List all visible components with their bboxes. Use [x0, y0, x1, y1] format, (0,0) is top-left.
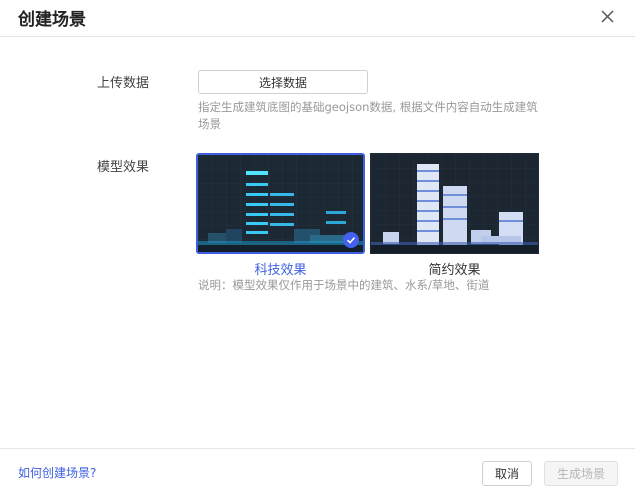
effect-note: 说明：模型效果仅作用于场景中的建筑、水系/草地、街道 [198, 278, 490, 292]
upload-label: 上传数据 [97, 76, 150, 91]
tech-effect-label[interactable]: 科技效果 [196, 259, 365, 278]
close-icon[interactable] [597, 6, 619, 28]
tech-effect-preview [198, 155, 363, 252]
simple-effect-label[interactable]: 简约效果 [370, 259, 539, 278]
select-data-button[interactable]: 选择数据 [198, 70, 368, 94]
dialog-header: 创建场景 [0, 0, 635, 37]
tech-effect-thumbnail[interactable] [196, 153, 365, 254]
upload-hint: 指定生成建筑底图的基础geojson数据, 根据文件内容自动生成建筑场景 [198, 100, 538, 131]
dialog-title: 创建场景 [18, 10, 86, 30]
cancel-button[interactable]: 取消 [482, 461, 532, 486]
effect-label: 模型效果 [97, 160, 150, 175]
selected-check-icon [343, 232, 359, 248]
generate-scene-button[interactable]: 生成场景 [544, 461, 618, 486]
help-link[interactable]: 如何创建场景? [18, 464, 96, 481]
simple-effect-thumbnail[interactable] [370, 153, 539, 254]
simple-effect-preview [371, 154, 538, 253]
